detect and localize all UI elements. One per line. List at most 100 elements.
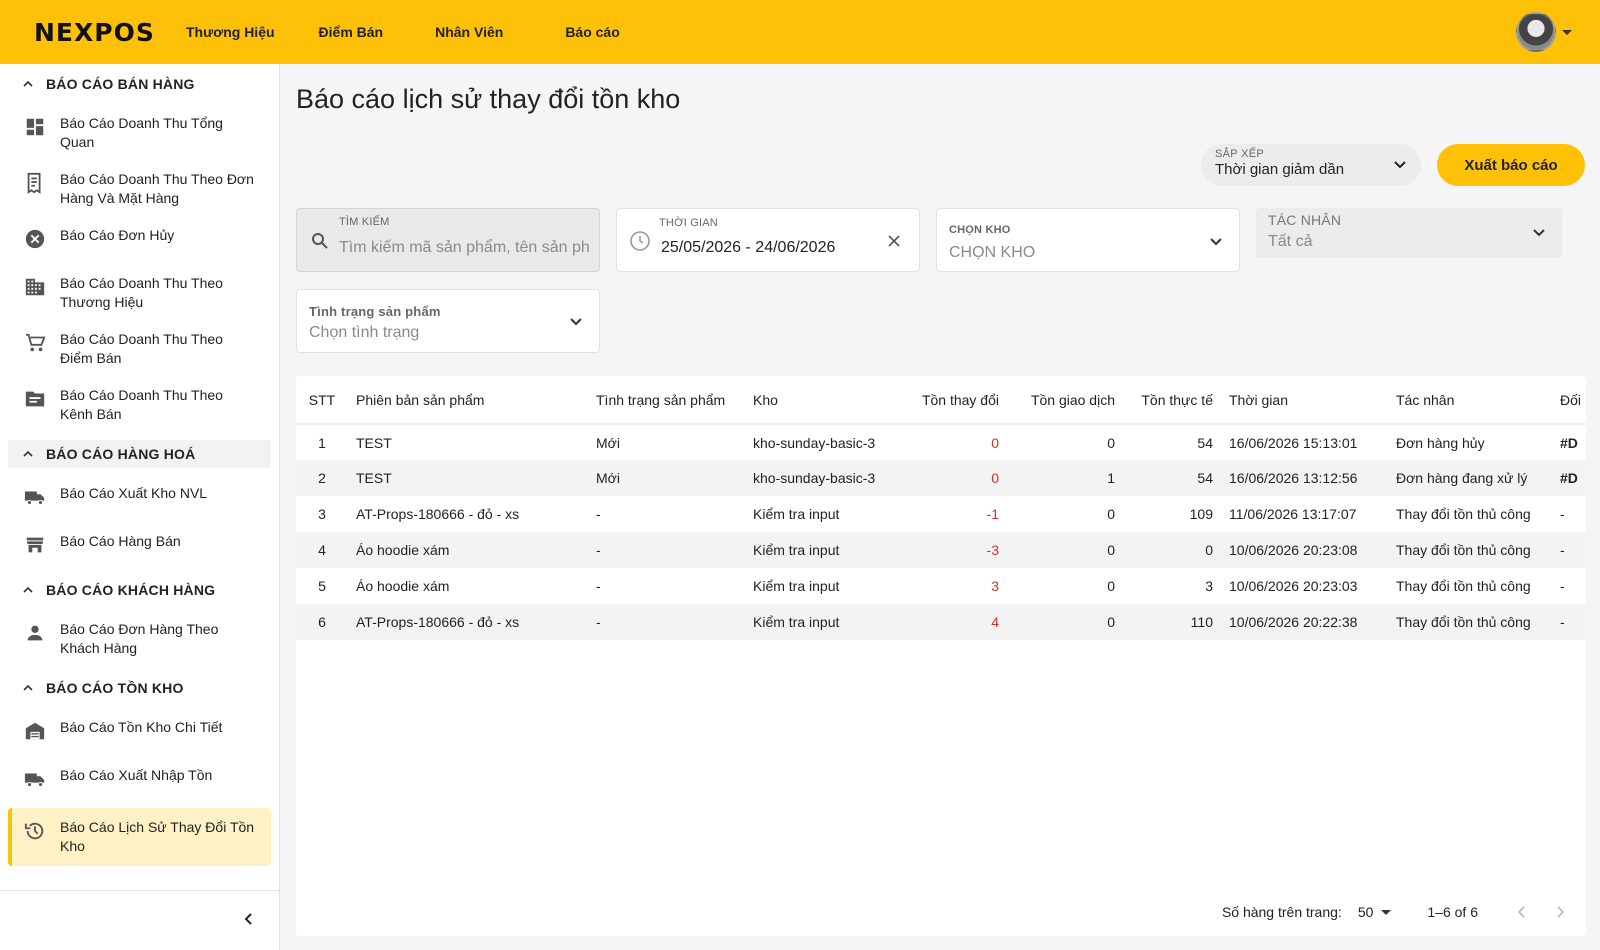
col-header-stt[interactable]: STT — [296, 376, 348, 425]
cell-actor: Thay đổi tồn thủ công — [1388, 532, 1552, 568]
sidebar-item-revenue-by-order[interactable]: Báo Cáo Doanh Thu Theo Đơn Hàng Và Mặt H… — [8, 162, 271, 216]
cell-time: 11/06/2026 13:17:07 — [1221, 496, 1388, 532]
nav-brand[interactable]: Thương Hiệu — [186, 24, 275, 40]
pagination: Số hàng trên trang: 50 1–6 of 6 — [296, 888, 1586, 936]
history-icon — [24, 822, 44, 840]
cancel-icon — [25, 229, 45, 249]
chevron-down-icon — [570, 318, 582, 326]
cell-transaction: 1 — [1007, 460, 1123, 496]
sidebar-item-label: Báo Cáo Doanh Thu Theo Thương Hiệu — [60, 275, 223, 310]
sidebar-item-import-export-inventory[interactable]: Báo Cáo Xuất Nhập Tồn — [8, 758, 271, 798]
warehouse-select[interactable]: CHỌN KHO CHỌN KHO — [936, 208, 1240, 272]
cell-variant: Áo hoodie xám — [348, 532, 588, 568]
col-header-status[interactable]: Tình trạng sản phẩm — [588, 376, 745, 425]
rows-per-page-select[interactable]: 50 — [1358, 904, 1392, 920]
sidebar-section-title: BÁO CÁO KHÁCH HÀNG — [46, 582, 216, 598]
table-row[interactable]: 3 AT-Props-180666 - đỏ - xs - Kiểm tra i… — [296, 496, 1586, 532]
actor-select[interactable]: TÁC NHÂN Tất cả — [1256, 208, 1562, 258]
sidebar-section-inventory[interactable]: BÁO CÁO TỒN KHO — [8, 674, 271, 702]
cell-ref[interactable]: #D — [1552, 460, 1586, 496]
next-page-button[interactable] — [1548, 900, 1572, 924]
cell-stt: 1 — [296, 424, 348, 460]
prev-page-button[interactable] — [1510, 900, 1534, 924]
sidebar-item-label: Báo Cáo Lịch Sử Thay Đổi Tồn Kho — [60, 819, 255, 854]
cell-transaction: 0 — [1007, 604, 1123, 640]
cell-stt: 5 — [296, 568, 348, 604]
sidebar-item-inventory-detail[interactable]: Báo Cáo Tồn Kho Chi Tiết — [8, 710, 271, 750]
actor-value: Tất cả — [1268, 233, 1313, 250]
receipt-icon — [27, 172, 41, 194]
sort-select[interactable]: SẮP XẾP Thời gian giảm dần — [1201, 144, 1421, 186]
col-header-transaction[interactable]: Tồn giao dịch — [1007, 376, 1123, 425]
truck-icon — [24, 491, 45, 505]
product-status-select[interactable]: Tình trạng sản phẩm Chọn tình trạng — [296, 289, 600, 353]
chevron-left-icon — [1517, 906, 1525, 918]
table-row[interactable]: 2 TEST Mới kho-sunday-basic-3 0 1 54 16/… — [296, 460, 1586, 496]
col-header-ref[interactable]: Đối — [1552, 376, 1586, 425]
cell-status: Mới — [588, 424, 745, 460]
sidebar-item-revenue-by-brand[interactable]: Báo Cáo Doanh Thu Theo Thương Hiệu — [8, 266, 271, 320]
export-report-button[interactable]: Xuất báo cáo — [1437, 144, 1585, 186]
table-row[interactable]: 6 AT-Props-180666 - đỏ - xs - Kiểm tra i… — [296, 604, 1586, 640]
search-input[interactable]: Tìm kiếm mã sản phẩm, tên sản phẩm — [339, 239, 589, 257]
cell-status: - — [588, 604, 745, 640]
sidebar-item-inventory-history[interactable]: Báo Cáo Lịch Sử Thay Đổi Tồn Kho — [8, 808, 271, 866]
col-header-warehouse[interactable]: Kho — [745, 376, 907, 425]
sidebar-item-label: Báo Cáo Xuất Nhập Tồn — [60, 767, 213, 783]
cell-status: - — [588, 496, 745, 532]
table-row[interactable]: 4 Áo hoodie xám - Kiểm tra input -3 0 0 … — [296, 532, 1586, 568]
table-row[interactable]: 1 TEST Mới kho-sunday-basic-3 0 0 54 16/… — [296, 424, 1586, 460]
cell-transaction: 0 — [1007, 568, 1123, 604]
cell-actor: Thay đổi tồn thủ công — [1388, 604, 1552, 640]
col-header-actual[interactable]: Tồn thực tế — [1123, 376, 1221, 425]
brand-logo[interactable]: NEXPOS — [34, 17, 155, 47]
dashboard-icon — [26, 118, 44, 136]
status-placeholder: Chọn tình trạng — [309, 324, 420, 341]
sidebar-item-revenue-by-channel[interactable]: Báo Cáo Doanh Thu Theo Kênh Bán — [8, 378, 271, 432]
cell-ref: - — [1552, 532, 1586, 568]
sidebar-section-title: BÁO CÁO BÁN HÀNG — [46, 76, 195, 92]
cell-ref[interactable]: #D — [1552, 424, 1586, 460]
chevron-left-icon[interactable] — [241, 911, 257, 927]
sidebar-section-title: BÁO CÁO HÀNG HOÁ — [46, 446, 196, 462]
sort-value: Thời gian giảm dần — [1215, 161, 1345, 178]
sidebar-section-customers[interactable]: BÁO CÁO KHÁCH HÀNG — [8, 576, 271, 604]
nav-stores[interactable]: Điểm Bán — [319, 24, 384, 40]
sidebar-section-goods[interactable]: BÁO CÁO HÀNG HOÁ — [8, 440, 271, 468]
nav-staff[interactable]: Nhân Viên — [435, 24, 503, 40]
search-field[interactable]: TÌM KIẾM Tìm kiếm mã sản phẩm, tên sản p… — [296, 208, 600, 272]
cell-time: 16/06/2026 15:13:01 — [1221, 424, 1388, 460]
caret-down-icon — [1562, 29, 1572, 35]
cell-transaction: 0 — [1007, 496, 1123, 532]
sidebar-item-revenue-overview[interactable]: Báo Cáo Doanh Thu Tổng Quan — [8, 106, 271, 160]
nav-reports[interactable]: Báo cáo — [565, 24, 619, 40]
store-icon — [26, 537, 44, 553]
cell-actual: 3 — [1123, 568, 1221, 604]
sidebar-section-sales[interactable]: BÁO CÁO BÁN HÀNG — [8, 70, 271, 98]
sidebar-item-label: Báo Cáo Xuất Kho NVL — [60, 485, 208, 501]
close-icon[interactable] — [887, 234, 901, 248]
date-range-field[interactable]: THỜI GIAN 25/05/2026 - 24/06/2026 — [616, 208, 920, 272]
sidebar-item-orders-by-customer[interactable]: Báo Cáo Đơn Hàng Theo Khách Hàng — [8, 612, 271, 666]
chevron-up-icon — [23, 80, 33, 87]
cell-time: 16/06/2026 13:12:56 — [1221, 460, 1388, 496]
sidebar-item-cancelled-orders[interactable]: Báo Cáo Đơn Hủy — [8, 218, 271, 258]
cell-ref: - — [1552, 604, 1586, 640]
sidebar-item-material-export[interactable]: Báo Cáo Xuất Kho NVL — [8, 476, 271, 516]
table-row[interactable]: 5 Áo hoodie xám - Kiểm tra input 3 0 3 1… — [296, 568, 1586, 604]
sidebar-item-sold-goods[interactable]: Báo Cáo Hàng Bán — [8, 524, 271, 564]
user-menu[interactable] — [1516, 12, 1572, 52]
cell-status: - — [588, 568, 745, 604]
col-header-variant[interactable]: Phiên bản sản phẩm — [348, 376, 588, 425]
avatar[interactable] — [1516, 12, 1556, 52]
cell-time: 10/06/2026 20:22:38 — [1221, 604, 1388, 640]
col-header-time[interactable]: Thời gian — [1221, 376, 1388, 425]
col-header-actor[interactable]: Tác nhân — [1388, 376, 1552, 425]
col-header-changed[interactable]: Tồn thay đổi — [907, 376, 1007, 425]
sidebar-item-label: Báo Cáo Doanh Thu Theo Kênh Bán — [60, 387, 223, 422]
sidebar-item-revenue-by-store[interactable]: Báo Cáo Doanh Thu Theo Điểm Bán — [8, 322, 271, 376]
cell-warehouse: Kiểm tra input — [745, 568, 907, 604]
logo-text: NEXPOS — [34, 17, 155, 47]
inventory-history-table: STT Phiên bản sản phẩm Tình trạng sản ph… — [296, 376, 1586, 640]
cell-stt: 2 — [296, 460, 348, 496]
